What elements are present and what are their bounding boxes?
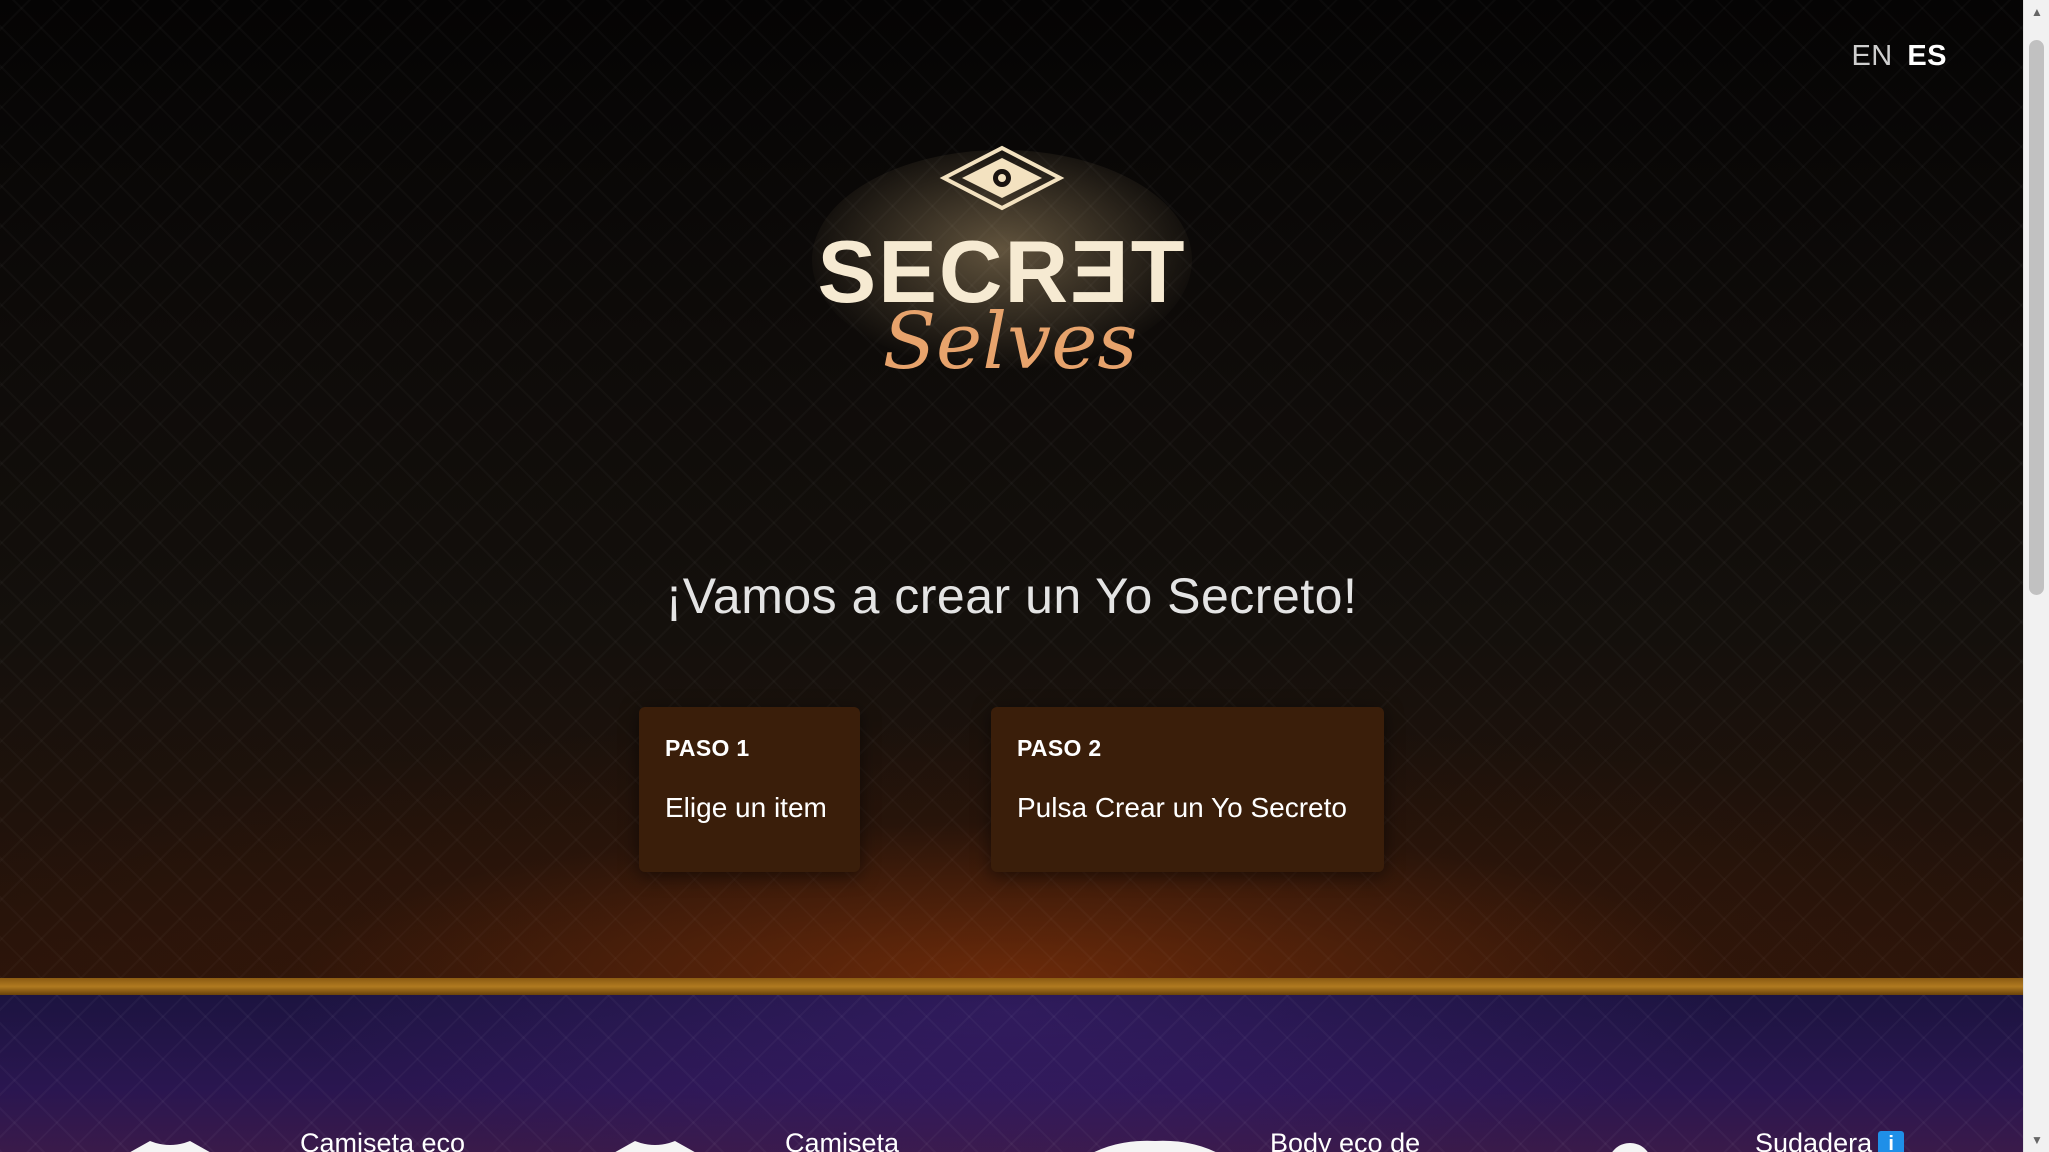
tshirt-icon bbox=[615, 1141, 695, 1152]
product-list: Camiseta eco Camiseta Body eco de Sudade… bbox=[0, 995, 2023, 1152]
product-item-body-eco[interactable]: Body eco de bbox=[1070, 995, 1490, 1152]
product-name: Body eco de bbox=[1270, 1128, 1421, 1152]
product-name-row: Sudadera i bbox=[1755, 1128, 1905, 1152]
step-1-label: PASO 1 bbox=[665, 735, 750, 761]
product-name: Camiseta bbox=[785, 1128, 900, 1152]
secret-selves-logo: SECRƎT Selves bbox=[812, 145, 1192, 387]
scroll-down-arrow-icon[interactable]: ▼ bbox=[2024, 1130, 2049, 1150]
scrollbar-thumb[interactable] bbox=[2029, 40, 2044, 595]
logo-word-script: Selves bbox=[883, 297, 1138, 387]
product-item-sudadera[interactable]: Sudadera i bbox=[1600, 995, 2000, 1152]
product-name: Sudadera bbox=[1755, 1128, 1873, 1152]
product-name: Camiseta eco bbox=[300, 1128, 466, 1152]
language-es-link[interactable]: ES bbox=[1907, 40, 1947, 72]
page-headline: ¡Vamos a crear un Yo Secreto! bbox=[665, 568, 1358, 624]
language-en-link[interactable]: EN bbox=[1851, 40, 1892, 72]
bodysuit-icon bbox=[1094, 1140, 1216, 1152]
step-2-card: PASO 2 Pulsa Crear un Yo Secreto bbox=[991, 707, 1384, 872]
scroll-up-arrow-icon[interactable]: ▲ bbox=[2024, 2, 2049, 22]
product-item-camiseta[interactable]: Camiseta bbox=[595, 995, 995, 1152]
gold-divider bbox=[0, 978, 2023, 995]
language-switcher: EN ES bbox=[1851, 40, 1947, 73]
page: EN ES SECRƎT Selves ¡Vamos a crear un Yo… bbox=[0, 0, 2049, 1152]
hero-section: EN ES SECRƎT Selves ¡Vamos a crear un Yo… bbox=[0, 0, 2023, 978]
step-2-label: PASO 2 bbox=[1017, 735, 1102, 761]
product-item-camiseta-eco[interactable]: Camiseta eco bbox=[110, 995, 510, 1152]
tshirt-icon bbox=[130, 1141, 210, 1152]
step-1-text: Elige un item bbox=[665, 792, 827, 823]
hoodie-icon bbox=[1612, 1143, 1648, 1152]
info-icon[interactable]: i bbox=[1878, 1131, 1905, 1152]
vertical-scrollbar[interactable]: ▲ ▼ bbox=[2023, 0, 2049, 1152]
step-1-card: PASO 1 Elige un item bbox=[639, 707, 860, 872]
step-2-text: Pulsa Crear un Yo Secreto bbox=[1017, 792, 1347, 823]
